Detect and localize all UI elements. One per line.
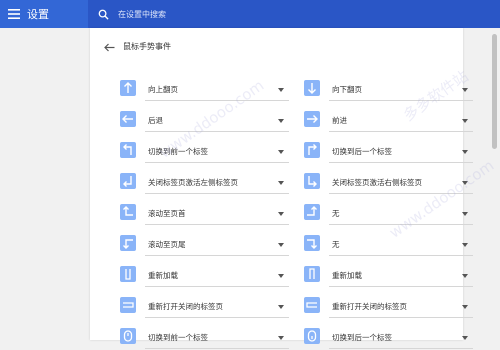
app-title: 设置 [27,8,49,21]
back-arrow-icon[interactable] [102,40,116,54]
arrow-left-icon [120,111,136,127]
header-title-area: 设置 [0,0,88,28]
down-up-icon [120,266,136,282]
right-left-icon [120,297,136,313]
search-input[interactable] [116,8,420,20]
right-up-icon [304,204,320,220]
gesture-action-label: 关闭标签页激活左侧标签页 [148,178,238,187]
down-left-icon [120,173,136,189]
scrollbar[interactable] [489,28,500,340]
gesture-action-label: 切换到后一个标签 [332,333,392,342]
dropdown-caret-icon [278,305,284,309]
dropdown-caret-icon [462,150,468,154]
gesture-action-select[interactable]: 重新打开关闭的标签页 [145,295,289,318]
top-bar: 设置 [0,0,500,28]
search-bar[interactable] [88,0,500,28]
search-icon [98,7,112,21]
dropdown-caret-icon [278,88,284,92]
dropdown-caret-icon [462,274,468,278]
gesture-action-label: 重新打开关闭的标签页 [332,302,407,311]
dropdown-caret-icon [278,150,284,154]
gesture-action-select[interactable]: 向上翻页 [145,78,289,101]
gesture-action-select[interactable]: 滚动至页尾 [145,233,289,256]
left-down-icon [120,235,136,251]
gesture-action-select[interactable]: 重新加载 [145,264,289,287]
right-down-icon [304,235,320,251]
scroll-thumb[interactable] [492,34,497,149]
dropdown-caret-icon [462,243,468,247]
dropdown-caret-icon [278,274,284,278]
gesture-action-label: 重新加载 [332,271,362,280]
gesture-action-label: 后退 [148,116,163,125]
gesture-action-label: 滚动至页首 [148,209,186,218]
up-down-icon [304,266,320,282]
gesture-action-label: 前进 [332,116,347,125]
dropdown-caret-icon [278,181,284,185]
dropdown-caret-icon [278,212,284,216]
gesture-action-select[interactable]: 关闭标签页激活左侧标签页 [145,171,289,194]
dropdown-caret-icon [462,119,468,123]
hamburger-menu-icon[interactable] [3,0,25,28]
gesture-action-select[interactable]: 切换到后一个标签 [329,140,473,163]
gesture-action-label: 切换到前一个标签 [148,333,208,342]
dropdown-caret-icon [462,305,468,309]
down-right-icon [304,173,320,189]
arrow-up-icon [120,80,136,96]
dropdown-caret-icon [278,119,284,123]
gesture-action-select[interactable]: 滚动至页首 [145,202,289,225]
gesture-action-label: 关闭标签页激活右侧标签页 [332,178,422,187]
gesture-action-select[interactable]: 切换到前一个标签 [145,326,289,349]
dropdown-caret-icon [278,336,284,340]
gesture-action-label: 重新打开关闭的标签页 [148,302,223,311]
settings-card: 鼠标手势事件 向上翻页 向下翻页 后退 前进 切换到前一个标签 切换到后一个标签 关闭标签页… [90,28,473,349]
dropdown-caret-icon [462,212,468,216]
arrow-right-icon [304,111,320,127]
gesture-action-select[interactable]: 重新加载 [329,264,473,287]
page-title: 鼠标手势事件 [123,42,171,51]
gesture-action-label: 滚动至页尾 [148,240,186,249]
up-left-icon [120,142,136,158]
gesture-action-label: 向下翻页 [332,85,362,94]
gesture-action-label: 重新加载 [148,271,178,280]
up-right-icon [304,142,320,158]
gesture-action-select[interactable]: 切换到后一个标签 [329,326,473,349]
dropdown-caret-icon [462,336,468,340]
gesture-action-label: 向上翻页 [148,85,178,94]
left-right-icon [304,297,320,313]
dropdown-caret-icon [278,243,284,247]
arrow-down-icon [304,80,320,96]
gesture-action-label: 无 [332,209,340,218]
gesture-action-select[interactable]: 重新打开关闭的标签页 [329,295,473,318]
gesture-action-label: 无 [332,240,340,249]
wheel-up-icon [120,328,136,344]
wheel-down-icon [304,328,320,344]
left-up-icon [120,204,136,220]
gesture-action-label: 切换到后一个标签 [332,147,392,156]
